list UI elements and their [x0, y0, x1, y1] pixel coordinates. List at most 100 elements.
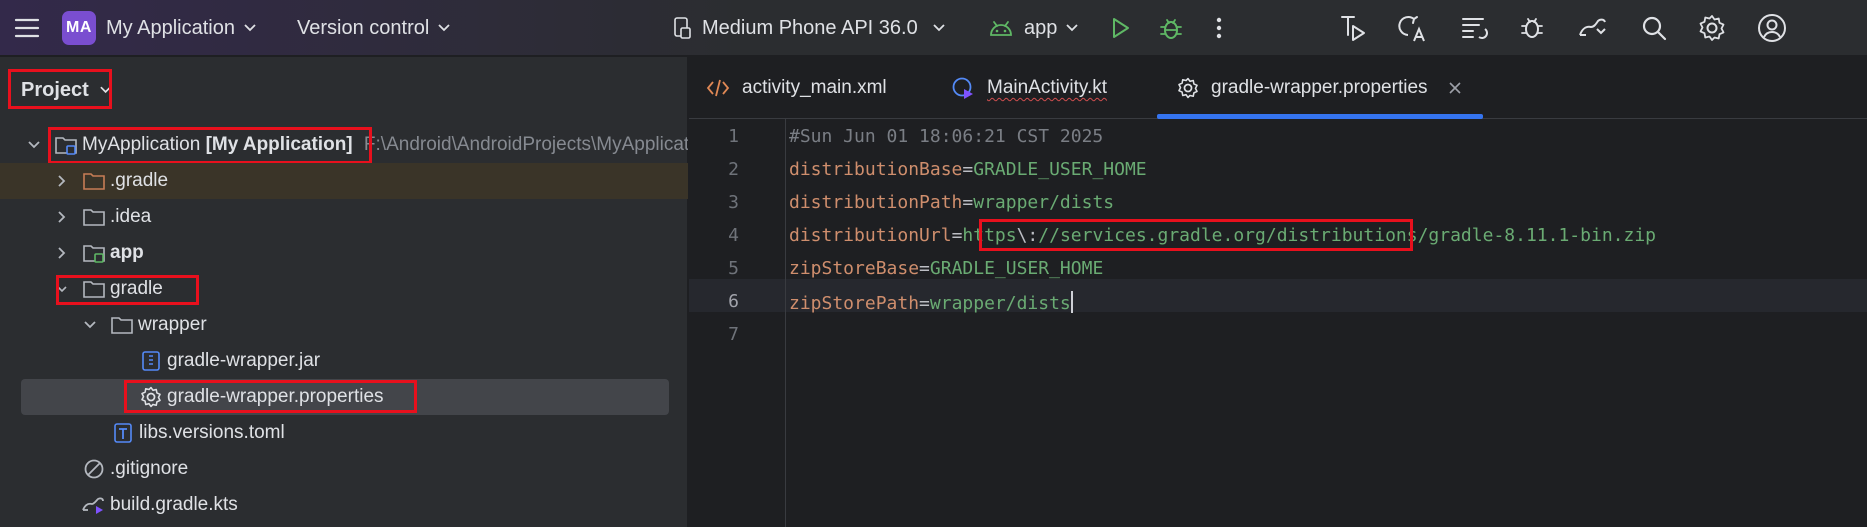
line-number: 6: [728, 291, 739, 312]
equals-sign: =: [919, 258, 930, 279]
module-path: F:\Android\AndroidProjects\MyApplication: [363, 134, 688, 155]
search-button[interactable]: [1640, 0, 1668, 56]
project-view-title: Project: [21, 78, 89, 101]
device-selector[interactable]: Medium Phone API 36.0: [672, 0, 946, 56]
tree-row-app[interactable]: app: [0, 235, 688, 271]
tab-label: gradle-wrapper.properties: [1211, 77, 1428, 98]
chevron-right-icon[interactable]: [54, 209, 70, 225]
build-run-button[interactable]: [1338, 0, 1368, 56]
project-switcher[interactable]: MA My Application: [62, 0, 257, 56]
run-configuration-selector[interactable]: app: [988, 0, 1079, 56]
chevron-down-icon[interactable]: [54, 281, 70, 297]
tree-row-libs-versions-toml[interactable]: libs.versions.toml: [0, 415, 688, 451]
code-line-6: zipStorePath=wrapper/dists: [789, 291, 1073, 314]
property-key: zipStoreBase: [789, 258, 920, 279]
chevron-right-icon[interactable]: [54, 173, 70, 189]
run-icon: [1113, 18, 1129, 38]
tab-label: activity_main.xml: [742, 77, 887, 98]
property-value: wrapper/dists: [973, 192, 1115, 213]
version-control-menu[interactable]: Version control: [297, 0, 451, 56]
escape-sequence: \:: [1016, 225, 1039, 246]
tree-row-gitignore[interactable]: .gitignore: [0, 451, 688, 487]
tree-row-idea[interactable]: .idea: [0, 199, 688, 235]
tree-label: .gradle: [110, 170, 169, 191]
settings-button[interactable]: [1698, 0, 1726, 56]
tree-label: build.gradle.kts: [110, 494, 238, 515]
chevron-down-icon: [244, 24, 256, 32]
property-value-host: //services.gradle.org/distributions/: [1038, 225, 1429, 246]
property-value-file: gradle-8.11.1-bin.zip: [1428, 225, 1656, 246]
tab-mainactivity-kt[interactable]: MainActivity.kt: [951, 57, 1107, 119]
equals-sign: =: [962, 159, 974, 180]
chevron-down-icon: [1066, 24, 1079, 32]
run-config-label: app: [1024, 16, 1058, 39]
more-vert-icon: [1216, 17, 1222, 39]
chevron-down-icon: [438, 24, 450, 32]
active-tab-indicator: [1157, 114, 1483, 119]
tree-row-myapplication[interactable]: MyApplication [My Application] F:\Androi…: [0, 127, 688, 163]
tree-label: app: [110, 242, 144, 263]
tree-row-dot-gradle[interactable]: .gradle: [0, 163, 688, 199]
hamburger-menu-icon: [14, 18, 40, 38]
run-button[interactable]: [1108, 0, 1132, 56]
module-name: MyApplication: [82, 134, 201, 155]
jar-file-icon: [138, 349, 164, 373]
property-key: distributionUrl: [789, 225, 952, 246]
xml-icon: [706, 79, 730, 97]
toml-file-icon: [110, 421, 136, 445]
tree-label: .gitignore: [110, 458, 189, 479]
android-icon: [990, 21, 1012, 36]
tree-row-wrapper[interactable]: wrapper: [0, 307, 688, 343]
tree-row-gradle-wrapper-properties[interactable]: gradle-wrapper.properties: [0, 379, 688, 415]
line-number: 2: [728, 159, 739, 180]
project-view-selector[interactable]: Project: [8, 71, 112, 109]
gradle-sync-button[interactable]: [1577, 0, 1609, 56]
account-icon: [1758, 14, 1786, 42]
debug-button[interactable]: [1158, 0, 1184, 56]
property-key: distributionBase: [789, 159, 963, 180]
folder-icon: [109, 313, 135, 337]
equals-sign: =: [951, 225, 963, 246]
project-badge: MA: [62, 11, 96, 45]
main-toolbar: MA My Application Version control Medium…: [0, 0, 1867, 56]
tree-row-build-gradle-kts[interactable]: build.gradle.kts: [0, 487, 688, 523]
folder-icon: [81, 277, 107, 301]
build-run-icon: [1341, 16, 1365, 41]
tree-row-gradle-wrapper-jar[interactable]: gradle-wrapper.jar: [0, 343, 688, 379]
folder-icon: [81, 205, 107, 229]
equals-sign: =: [919, 293, 930, 314]
close-icon[interactable]: [1448, 81, 1462, 95]
project-name: My Application: [106, 16, 235, 39]
chevron-down-icon[interactable]: [82, 317, 98, 333]
module-folder-icon: [81, 241, 107, 265]
chevron-right-icon[interactable]: [54, 245, 70, 261]
property-value: GRADLE_USER_HOME: [929, 258, 1104, 279]
device-label: Medium Phone API 36.0: [702, 16, 918, 39]
tree-label: .idea: [110, 206, 152, 227]
translate-button[interactable]: [1398, 0, 1428, 56]
code-line-5: zipStoreBase=GRADLE_USER_HOME: [789, 258, 1103, 279]
tree-label: gradle-wrapper.jar: [167, 350, 321, 371]
text-cursor: [1070, 291, 1073, 313]
account-button[interactable]: [1757, 0, 1787, 56]
tree-label: gradle: [110, 278, 163, 299]
line-number: 3: [728, 192, 739, 213]
property-key: distributionPath: [789, 192, 963, 213]
property-value-scheme: https: [962, 225, 1017, 246]
module-display-name: [My Application]: [205, 134, 353, 155]
tab-gradle-wrapper-properties[interactable]: gradle-wrapper.properties: [1177, 57, 1462, 119]
device-icon: [674, 17, 691, 39]
translate-icon: [1398, 16, 1425, 42]
line-number: 5: [728, 258, 739, 279]
profiler-button[interactable]: [1518, 0, 1548, 56]
tab-activity-main-xml[interactable]: activity_main.xml: [706, 57, 887, 119]
line-number: 1: [728, 126, 739, 147]
commit-button[interactable]: [1459, 0, 1489, 56]
more-actions-button[interactable]: [1215, 0, 1223, 56]
chevron-down-icon[interactable]: [26, 137, 42, 153]
property-value: wrapper/dists: [929, 293, 1071, 314]
code-line-2: distributionBase=GRADLE_USER_HOME: [789, 159, 1147, 180]
main-menu-button[interactable]: [14, 0, 40, 56]
sync-icon: [1579, 18, 1606, 36]
tree-row-gradle[interactable]: gradle: [0, 271, 688, 307]
